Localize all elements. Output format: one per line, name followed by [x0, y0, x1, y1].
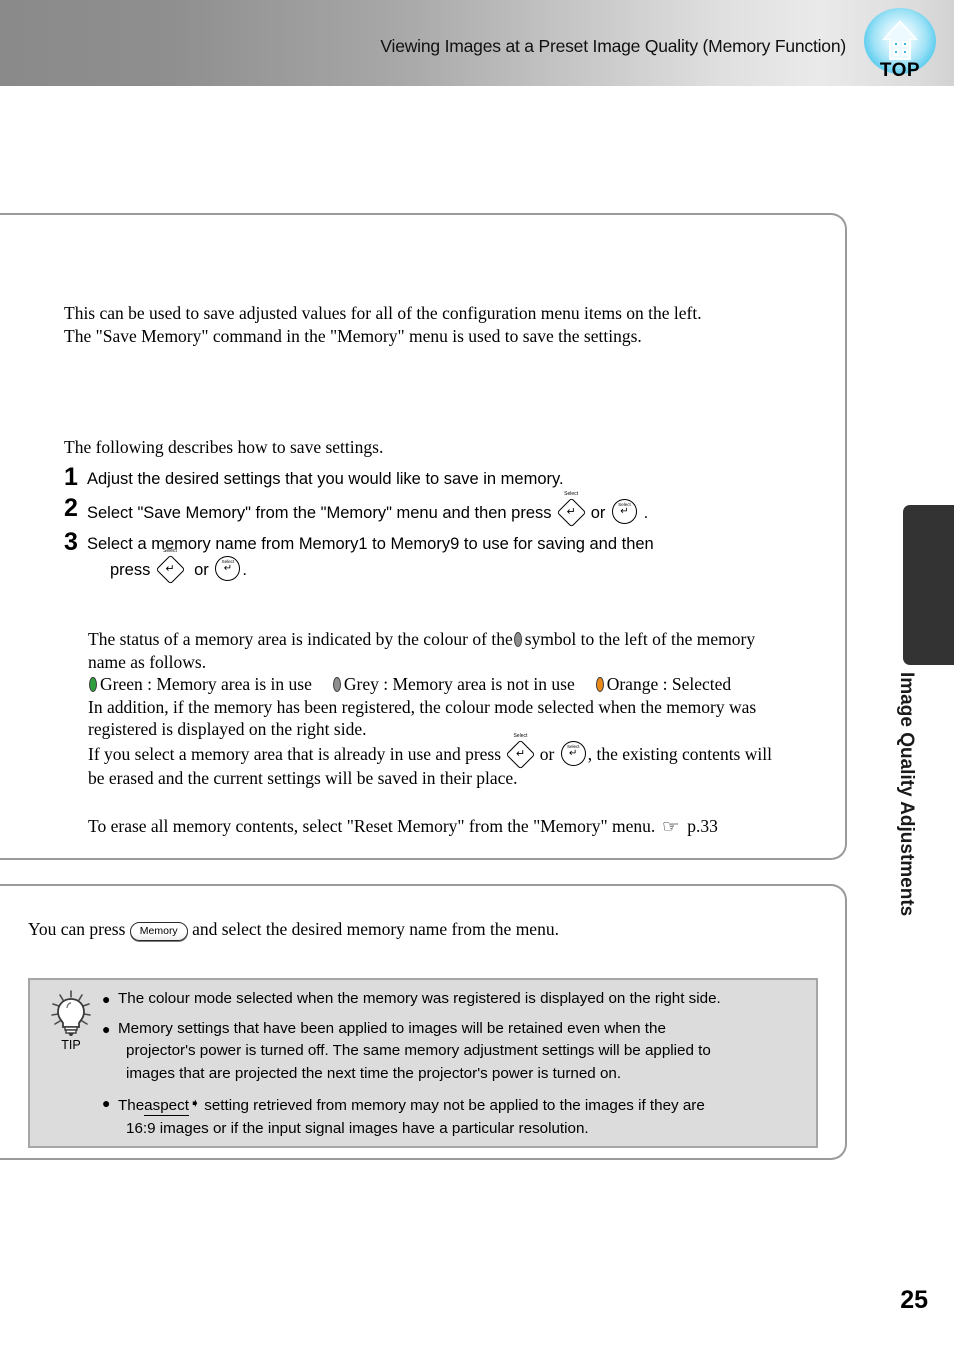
step-text: Select "Save Memory" from the "Memory" m… [87, 504, 552, 522]
enter-arrow-glyph: ↵ [566, 505, 576, 518]
select-caption: Select [513, 732, 528, 739]
side-tab-marker[interactable] [903, 505, 954, 665]
select-diamond-button-icon[interactable]: Select ↵ [155, 548, 186, 585]
select-diamond-button-icon[interactable]: Select ↵ [556, 491, 587, 528]
glossary-term-aspect[interactable]: aspect [144, 1097, 189, 1116]
tip-text-line-2: 16:9 images or if the input signal image… [126, 1119, 589, 1137]
step-number: 1 [64, 463, 78, 491]
select-circle-button-icon[interactable]: Select ↵ [215, 556, 241, 581]
select-diamond-button-icon[interactable]: Select ↵ [506, 733, 536, 770]
memory-button-icon[interactable]: Memory [129, 922, 188, 941]
tip-text-after: setting retrieved from memory may not be… [204, 1097, 705, 1114]
select-circle-button-icon[interactable]: Select ↵ [560, 740, 586, 766]
intro-paragraph: This can be used to save adjusted values… [64, 302, 834, 348]
tip-text-line-2: projector's power is turned off. The sam… [126, 1042, 711, 1059]
bullet-icon: ● [102, 1020, 111, 1037]
enter-arrow-glyph: ↵ [620, 506, 629, 517]
lightbulb-icon [51, 990, 91, 1036]
step-conjunction: or [590, 504, 606, 522]
step-number: 3 [64, 528, 78, 556]
step-3-second-line: press Select ↵ or Select ↵ . [87, 548, 844, 585]
page-title: Viewing Images at a Preset Image Quality… [380, 36, 846, 56]
status-conjunction: or [539, 743, 555, 764]
status-line-5: If you select a memory area that is alre… [88, 733, 830, 770]
select-circle-button-icon[interactable]: Select ↵ [611, 499, 637, 524]
memory-button-instruction: You can press Memory and select the desi… [28, 918, 818, 941]
top-button-label: TOP [879, 60, 921, 81]
tip-item-2: ● Memory settings that have been applied… [100, 1018, 812, 1086]
memory-symbol-icon-grey [332, 677, 341, 693]
status-text-before: If you select a memory area that is alre… [88, 743, 502, 764]
select-caption: Select [564, 491, 579, 497]
enter-arrow-glyph: ↵ [165, 562, 175, 575]
side-tab-label: Image Quality Adjustments [896, 672, 917, 917]
status-line-1: The status of a memory area is indicated… [88, 628, 830, 651]
legend-label-green: Green : Memory area is in use [100, 674, 312, 695]
status-line-4: registered is displayed on the right sid… [88, 719, 367, 740]
status-line-3: In addition, if the memory has been regi… [88, 696, 757, 717]
note-text-after: and select the desired memory name from … [192, 919, 559, 939]
status-text-after: , the existing contents will [587, 743, 772, 764]
step-item-2: 2 Select "Save Memory" from the "Memory"… [64, 491, 844, 528]
legend-label-orange: Orange : Selected [606, 674, 732, 695]
step-text-after: . [242, 561, 247, 579]
step-item-3: 3 Select a memory name from Memory1 to M… [64, 528, 844, 585]
bullet-icon: ● [102, 991, 111, 1007]
memory-status-legend: Green : Memory area is in use Grey : Memo… [88, 673, 830, 696]
reset-memory-instruction: To erase all memory contents, select "Re… [88, 815, 830, 839]
step-item-1: 1 Adjust the desired settings that you w… [64, 463, 844, 491]
memory-symbol-icon-orange [595, 677, 604, 693]
select-caption: Select [163, 548, 177, 554]
follow-text: The following describes how to save sett… [64, 437, 384, 457]
press-label: press [110, 561, 151, 579]
page-number: 25 [900, 1286, 928, 1314]
top-button[interactable]: TOP [858, 8, 942, 88]
steps-list: 1 Adjust the desired settings that you w… [64, 463, 844, 590]
tip-label: TIP [61, 1038, 81, 1052]
tip-text-line-3: images that are projected the next time … [126, 1064, 622, 1082]
note-text-before: You can press [28, 919, 126, 939]
reset-memory-text: To erase all memory contents, select "Re… [88, 816, 656, 836]
step-conjunction: or [194, 561, 209, 579]
status-line-6: be erased and the current settings will … [88, 767, 518, 788]
bullet-icon: ● [102, 1095, 111, 1111]
tip-icon-group: TIP [38, 988, 104, 1058]
memory-status-description: The status of a memory area is indicated… [88, 628, 830, 790]
legend-label-grey: Grey : Memory area is not in use [343, 674, 575, 695]
memory-symbol-icon-green [89, 677, 97, 693]
memory-symbol-icon [513, 632, 522, 647]
step-text: Adjust the desired settings that you wou… [87, 470, 564, 488]
tip-text-before: The [118, 1097, 145, 1114]
status-line-2: name as follows. [88, 651, 207, 672]
tip-item-list: ● The colour mode selected when the memo… [100, 988, 812, 1147]
tip-text: Memory settings that have been applied t… [118, 1019, 666, 1037]
intro-line-1: This can be used to save adjusted values… [64, 303, 702, 323]
enter-arrow-glyph: ↵ [223, 563, 233, 574]
pointing-hand-icon: ☞ [661, 817, 680, 837]
tip-item-3: ● Theaspect➧ setting retrieved from memo… [100, 1092, 812, 1140]
step-text-after: . [643, 504, 649, 522]
follow-paragraph: The following describes how to save sett… [64, 436, 834, 459]
tip-item-1: ● The colour mode selected when the memo… [100, 988, 812, 1011]
tip-panel: TIP ● The colour mode selected when the … [28, 978, 818, 1148]
enter-arrow-glyph: ↵ [569, 747, 578, 759]
home-icon [882, 20, 918, 60]
glossary-arrow-icon: ➧ [189, 1096, 200, 1110]
intro-line-2: The "Save Memory" command in the "Memory… [64, 326, 642, 346]
status-text-before: The status of a memory area is indicated… [88, 629, 513, 649]
tip-text: The colour mode selected when the memory… [118, 990, 721, 1007]
step-number: 2 [64, 494, 78, 522]
enter-arrow-glyph: ↵ [515, 746, 526, 760]
status-text-after: symbol to the left of the memory [524, 629, 756, 649]
page-reference-link[interactable]: p.33 [687, 816, 718, 836]
